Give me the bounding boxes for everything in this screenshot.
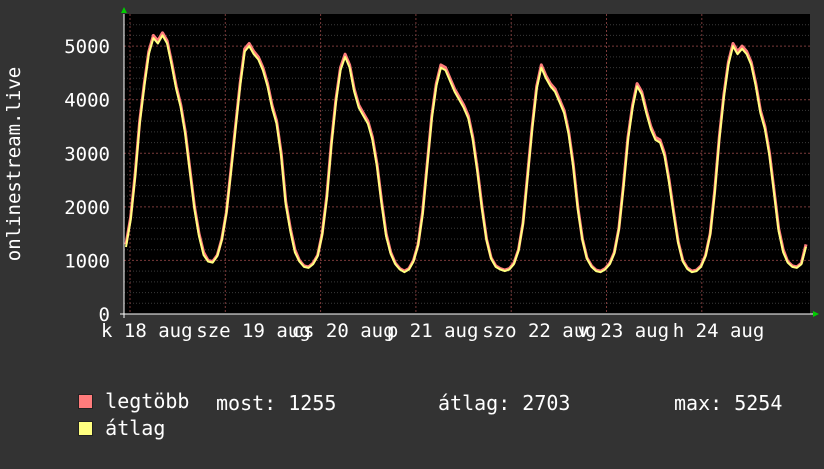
x-tick-label: v 23 aug: [578, 320, 670, 342]
legend-item-avg: átlag: [30, 388, 165, 469]
y-tick-label: 2000: [64, 197, 110, 219]
y-tick-label: 1000: [64, 250, 110, 272]
y-axis-arrow-icon: [121, 7, 127, 13]
stat-current: most: 1255: [216, 391, 337, 415]
stat-average: átlag: 2703: [438, 391, 571, 415]
x-tick-label: cs 20 aug: [292, 320, 395, 342]
y-tick-label: 3000: [64, 143, 110, 165]
y-tick-label: 4000: [64, 90, 110, 112]
x-tick-label: p 21 aug: [387, 320, 479, 342]
x-tick-label: h 24 aug: [673, 320, 765, 342]
chart-window: 0 1000 2000 3000 4000 5000 k 18 aug sze 19 aug…: [0, 0, 824, 440]
y-tick-labels: 010002000300040005000: [64, 36, 110, 326]
x-axis-arrow-icon: [813, 311, 819, 317]
y-tick-label: 5000: [64, 36, 110, 58]
y-axis-label: onlinestream.live: [3, 67, 25, 261]
legend-label-avg: átlag: [105, 416, 166, 440]
stat-maximum: max: 5254: [674, 391, 783, 415]
x-tick-labels: k 18 aug sze 19 augcs 20 augp 21 aug szo 2…: [101, 320, 764, 342]
x-tick-label: k 18 aug: [101, 320, 193, 342]
legend-swatch-avg: [78, 421, 94, 436]
